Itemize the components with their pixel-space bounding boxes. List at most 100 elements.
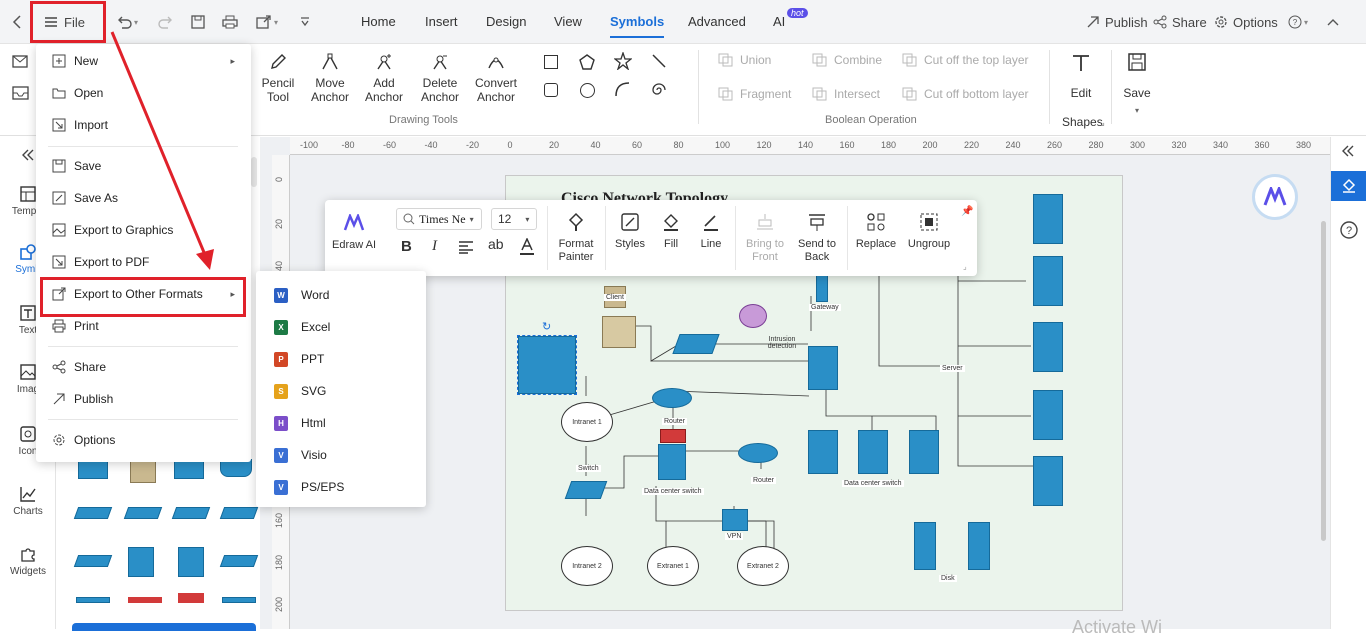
collapse-ribbon-icon[interactable] bbox=[1327, 10, 1339, 34]
back-icon[interactable] bbox=[12, 10, 22, 34]
bring-to-front-button[interactable]: Bring to Front bbox=[741, 212, 789, 264]
circle-icon[interactable] bbox=[580, 83, 595, 98]
disk-2[interactable] bbox=[968, 522, 990, 570]
italic-icon[interactable]: I bbox=[432, 238, 437, 255]
line-icon[interactable] bbox=[651, 53, 667, 69]
dc-switch-2-label[interactable]: Data center switch bbox=[842, 480, 904, 487]
symbol-tile[interactable] bbox=[73, 555, 113, 567]
router-2[interactable] bbox=[738, 443, 778, 463]
switch-device[interactable] bbox=[564, 481, 608, 499]
tab-home[interactable]: Home bbox=[361, 14, 396, 29]
symbol-tile[interactable] bbox=[222, 597, 256, 603]
help-icon[interactable]: ? ▾ bbox=[1288, 10, 1308, 34]
font-family-select[interactable]: Times Ne ▾ bbox=[396, 208, 482, 230]
server-4[interactable] bbox=[1033, 390, 1063, 440]
symbol-tile[interactable] bbox=[171, 507, 211, 519]
combine-button[interactable]: Combine bbox=[812, 53, 882, 67]
add-anchor-button[interactable]: Add Anchor bbox=[364, 52, 404, 104]
shapes-expand-icon[interactable]: ⌟ bbox=[1101, 118, 1105, 127]
intranet-1-node[interactable]: Intranet 1 bbox=[561, 402, 613, 442]
bold-icon[interactable]: B bbox=[401, 238, 412, 255]
symbol-tile[interactable] bbox=[178, 547, 204, 577]
publish-button[interactable]: Publish bbox=[1086, 10, 1148, 34]
access-switch-1[interactable] bbox=[672, 334, 720, 354]
gateway-device[interactable] bbox=[816, 274, 828, 302]
workstation-icon[interactable] bbox=[602, 316, 636, 348]
dc-switch-b[interactable] bbox=[858, 430, 888, 474]
menu-options[interactable]: Options bbox=[36, 426, 251, 454]
server-5[interactable] bbox=[1033, 456, 1063, 506]
symbol-tile[interactable] bbox=[76, 597, 110, 603]
tab-insert[interactable]: Insert bbox=[425, 14, 458, 29]
ribbon-mail-icon[interactable] bbox=[10, 52, 32, 70]
disk-1[interactable] bbox=[914, 522, 936, 570]
symbol-tile[interactable] bbox=[128, 547, 154, 577]
menu-publish[interactable]: Publish bbox=[36, 385, 251, 413]
cut-bottom-layer-button[interactable]: Cut off bottom layer bbox=[902, 87, 1029, 101]
pin-icon[interactable]: 📌 bbox=[961, 206, 973, 217]
menu-share[interactable]: Share bbox=[36, 353, 251, 381]
save-shapes-button[interactable]: Save ▾ bbox=[1118, 52, 1156, 118]
convert-anchor-button[interactable]: Convert Anchor bbox=[472, 52, 520, 104]
canvas-vertical-scrollbar[interactable] bbox=[1321, 221, 1326, 541]
server-3[interactable] bbox=[1033, 322, 1063, 372]
resize-corner-icon[interactable]: ⌟ bbox=[963, 262, 967, 271]
export-svg[interactable]: S SVG bbox=[256, 377, 426, 405]
expand-right-panel-icon[interactable] bbox=[1341, 145, 1355, 157]
font-size-select[interactable]: 12 ▾ bbox=[491, 208, 537, 230]
core-switch[interactable] bbox=[808, 346, 838, 390]
data-center-switch-1[interactable] bbox=[658, 444, 686, 480]
align-left-icon[interactable] bbox=[458, 240, 474, 254]
options-button[interactable]: Options bbox=[1214, 10, 1278, 34]
export-excel[interactable]: X Excel bbox=[256, 313, 426, 341]
union-button[interactable]: Union bbox=[718, 53, 771, 67]
dc-switch-1-label[interactable]: Data center switch bbox=[642, 488, 704, 495]
vpn-label[interactable]: VPN bbox=[725, 533, 744, 540]
export-word[interactable]: W Word bbox=[256, 281, 426, 309]
styles-button[interactable]: Styles bbox=[611, 212, 649, 251]
intrusion-label[interactable]: Intrusion detection bbox=[764, 336, 800, 350]
edraw-ai-button[interactable]: Edraw AI bbox=[331, 214, 377, 252]
rectangle-icon[interactable] bbox=[544, 55, 558, 69]
star-icon[interactable] bbox=[614, 52, 632, 70]
export-ppt[interactable]: P PPT bbox=[256, 345, 426, 373]
move-anchor-button[interactable]: Move Anchor bbox=[308, 52, 352, 104]
export-icon[interactable]: ▾ bbox=[256, 10, 278, 34]
vpn-device[interactable] bbox=[722, 509, 748, 531]
tab-view[interactable]: View bbox=[554, 14, 582, 29]
disk-label[interactable]: Disk bbox=[939, 575, 957, 582]
router-1-label[interactable]: Router bbox=[662, 418, 688, 425]
symbol-tile[interactable] bbox=[73, 507, 113, 519]
tab-design[interactable]: Design bbox=[486, 14, 526, 29]
tab-advanced[interactable]: Advanced bbox=[688, 14, 746, 29]
symbol-tile[interactable] bbox=[128, 597, 162, 603]
font-color-icon[interactable] bbox=[519, 238, 535, 256]
selected-switch[interactable] bbox=[517, 335, 577, 395]
export-visio[interactable]: V Visio bbox=[256, 441, 426, 469]
dc-switch-a[interactable] bbox=[808, 430, 838, 474]
intranet-2-node[interactable]: Intranet 2 bbox=[561, 546, 613, 586]
firewall-device[interactable] bbox=[660, 429, 686, 443]
router-1[interactable] bbox=[652, 388, 692, 408]
rail-charts[interactable]: Charts bbox=[0, 485, 56, 517]
dc-switch-c[interactable] bbox=[909, 430, 939, 474]
edit-text-button[interactable]: Edit bbox=[1062, 52, 1100, 100]
replace-button[interactable]: Replace bbox=[853, 212, 899, 251]
pentagon-icon[interactable] bbox=[578, 53, 596, 71]
delete-anchor-button[interactable]: Delete Anchor bbox=[418, 52, 462, 104]
more-icon[interactable] bbox=[300, 10, 310, 34]
intersect-button[interactable]: Intersect bbox=[812, 87, 880, 101]
help-circle-icon[interactable]: ? bbox=[1340, 221, 1358, 239]
symbol-tile[interactable] bbox=[130, 459, 156, 483]
router-2-label[interactable]: Router bbox=[751, 477, 777, 484]
symbol-tile[interactable] bbox=[219, 555, 259, 567]
server-label[interactable]: Server bbox=[940, 365, 965, 372]
format-painter-button[interactable]: Format Painter bbox=[553, 212, 599, 264]
ungroup-button[interactable]: Ungroup bbox=[903, 212, 955, 251]
line-button[interactable]: Line bbox=[693, 212, 729, 251]
fragment-button[interactable]: Fragment bbox=[718, 87, 791, 101]
fill-button[interactable]: Fill bbox=[653, 212, 689, 251]
pencil-tool-button[interactable]: Pencil Tool bbox=[258, 52, 298, 104]
send-to-back-button[interactable]: Send to Back bbox=[793, 212, 841, 264]
symbol-tile[interactable] bbox=[174, 459, 204, 479]
